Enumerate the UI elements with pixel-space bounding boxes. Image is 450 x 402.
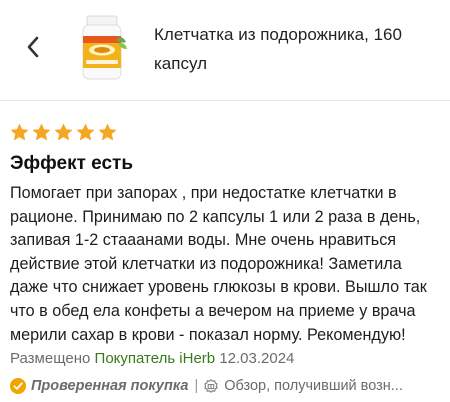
verified-purchase-label: Проверенная покупка xyxy=(31,378,189,394)
review-meta: Размещено Покупатель iHerb 12.03.2024 xyxy=(10,350,294,367)
gift-badge-icon xyxy=(204,379,218,393)
incentivized-review-label[interactable]: Обзор, получивший возн... xyxy=(224,378,403,394)
author-link[interactable]: Покупатель iHerb xyxy=(95,350,216,367)
star-icon xyxy=(33,124,50,141)
chevron-left-icon xyxy=(27,36,39,58)
review-title: Эффект есть xyxy=(10,153,134,174)
supplement-bottle-icon[interactable] xyxy=(72,14,132,82)
star-icon xyxy=(99,124,116,141)
posted-label: Размещено xyxy=(10,350,91,367)
star-icon xyxy=(11,124,28,141)
product-header: Клетчатка из подорожника, 160 капсул xyxy=(0,0,450,101)
verified-check-icon xyxy=(10,378,26,394)
back-button[interactable] xyxy=(18,30,48,64)
review-badges: Проверенная покупка | Обзор, получивший … xyxy=(10,375,442,397)
star-rating xyxy=(10,123,117,142)
review-date: 12.03.2024 xyxy=(219,350,295,367)
star-icon xyxy=(77,124,94,141)
review-body: Помогает при запорах , при недостатке кл… xyxy=(10,184,427,344)
star-icon xyxy=(55,124,72,141)
product-title[interactable]: Клетчатка из подорожника, 160 капсул xyxy=(154,20,444,78)
badge-separator: | xyxy=(194,378,199,394)
